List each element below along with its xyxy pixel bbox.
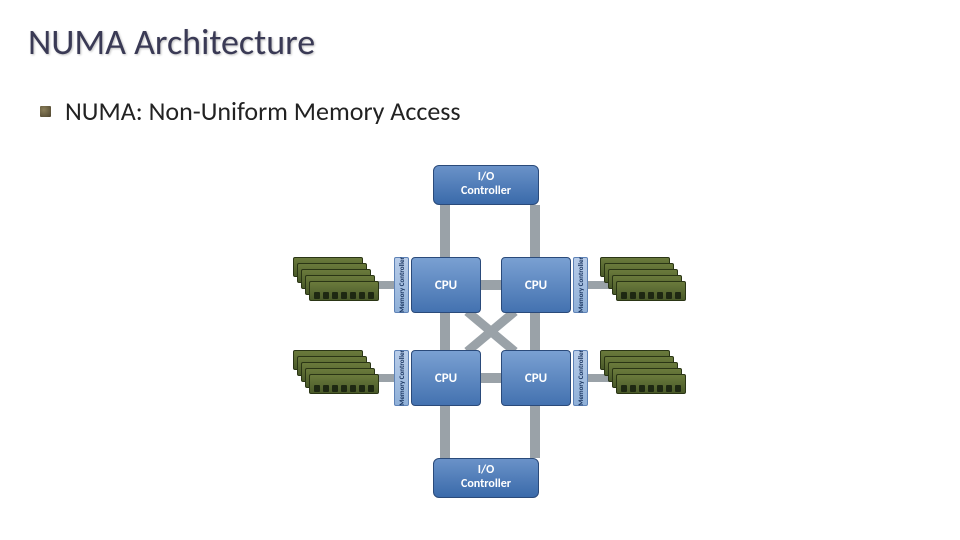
memory-chip-icon <box>639 385 645 392</box>
memory-stack <box>293 257 383 313</box>
memory-chip-icon <box>359 385 365 392</box>
slide-title: NUMA Architecture <box>28 20 315 64</box>
memory-stack <box>600 350 690 406</box>
numa-diagram: I/OController I/OController CPU CPU CPU … <box>248 160 728 505</box>
memory-chip-icon <box>341 292 347 299</box>
slide-subtitle: NUMA: Non-Uniform Memory Access <box>65 95 461 127</box>
bus-line <box>440 313 450 350</box>
memory-controller: Memory Controller <box>394 350 409 406</box>
memory-chip-icon <box>314 385 320 392</box>
bus-line <box>530 406 540 458</box>
memory-chip-icon <box>675 385 681 392</box>
bus-line <box>481 280 501 290</box>
memory-chip-icon <box>332 385 338 392</box>
memory-chip-icon <box>341 385 347 392</box>
memory-chip-icon <box>675 292 681 299</box>
memory-chip-icon <box>621 292 627 299</box>
memory-chip-icon <box>666 292 672 299</box>
memory-chip-icon <box>648 292 654 299</box>
memory-chip-icon <box>630 292 636 299</box>
memory-chip-icon <box>314 292 320 299</box>
bullet-row: NUMA: Non-Uniform Memory Access <box>40 95 461 127</box>
memory-chip-icon <box>323 385 329 392</box>
bullet-icon <box>40 106 51 117</box>
memory-dimm <box>309 281 379 301</box>
memory-controller: Memory Controller <box>394 257 409 313</box>
memory-dimm <box>616 374 686 394</box>
bus-line <box>440 205 450 257</box>
memory-stack <box>600 257 690 313</box>
memory-dimm <box>309 374 379 394</box>
io-controller-bottom: I/OController <box>433 458 539 498</box>
memory-chip-icon <box>368 385 374 392</box>
memory-chip-icon <box>332 292 338 299</box>
io-controller-top: I/OController <box>433 165 539 205</box>
memory-chip-icon <box>621 385 627 392</box>
bus-line <box>530 205 540 257</box>
memory-chip-icon <box>639 292 645 299</box>
cpu-node: CPU <box>501 350 571 406</box>
bus-line <box>530 313 540 350</box>
memory-chip-icon <box>648 385 654 392</box>
cpu-node: CPU <box>411 257 481 313</box>
bus-line <box>440 406 450 458</box>
memory-controller: Memory Controller <box>573 257 588 313</box>
memory-chip-icon <box>350 292 356 299</box>
memory-chip-icon <box>368 292 374 299</box>
cpu-node: CPU <box>411 350 481 406</box>
cpu-node: CPU <box>501 257 571 313</box>
memory-chip-icon <box>350 385 356 392</box>
memory-controller: Memory Controller <box>573 350 588 406</box>
bus-line <box>481 373 501 383</box>
memory-chip-icon <box>630 385 636 392</box>
memory-stack <box>293 350 383 406</box>
memory-chip-icon <box>666 385 672 392</box>
memory-chip-icon <box>657 385 663 392</box>
memory-chip-icon <box>657 292 663 299</box>
memory-chip-icon <box>323 292 329 299</box>
memory-chip-icon <box>359 292 365 299</box>
memory-dimm <box>616 281 686 301</box>
